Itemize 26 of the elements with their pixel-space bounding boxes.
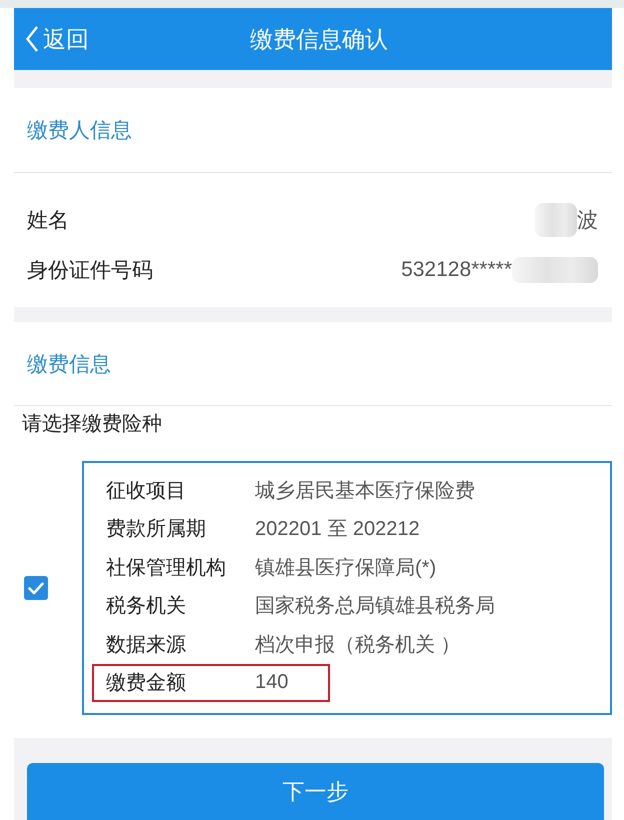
detail-label: 缴费金额 bbox=[106, 671, 187, 696]
detail-value: 城乡居民基本医疗保险费 bbox=[255, 478, 475, 504]
section-title: 缴费人信息 bbox=[27, 118, 132, 144]
detail-value: 国家税务总局镇雄县税务局 bbox=[255, 594, 495, 620]
detail-value: 镇雄县医疗保障局(*) bbox=[255, 556, 436, 581]
detail-label: 社保管理机构 bbox=[106, 556, 227, 581]
detail-label: 费款所属期 bbox=[106, 517, 207, 542]
prompt-text: 请选择缴费险种 bbox=[22, 412, 162, 436]
back-button[interactable]: 返回 bbox=[26, 24, 89, 54]
next-button[interactable]: 下一步 bbox=[27, 763, 604, 820]
checkbox[interactable] bbox=[24, 576, 48, 600]
field-label: 身份证件号码 bbox=[27, 258, 153, 284]
page-title: 缴费信息确认 bbox=[250, 24, 388, 54]
checkmark-icon bbox=[28, 582, 44, 594]
insurance-card[interactable]: 征收项目 城乡居民基本医疗保险费 费款所属期 202201 至 202212 社保管理机构 镇雄县医疗保障局(*) 税务机关 国家税务总局镇雄县税务局 数据来源 档次申报（税务机关 ） 缴费金额 140 bbox=[82, 461, 612, 715]
detail-label: 税务机关 bbox=[106, 594, 187, 620]
field-value: 532128***** bbox=[401, 258, 512, 282]
detail-value: 202201 至 202212 bbox=[255, 517, 420, 542]
detail-label: 数据来源 bbox=[106, 632, 187, 658]
field-value: 波 bbox=[577, 208, 598, 234]
detail-value: 140 bbox=[255, 671, 288, 694]
chevron-left-icon bbox=[26, 26, 38, 52]
detail-value: 档次申报（税务机关 ） bbox=[255, 632, 461, 658]
field-label: 姓名 bbox=[27, 208, 69, 234]
detail-label: 征收项目 bbox=[106, 478, 187, 504]
section-title: 缴费信息 bbox=[27, 352, 111, 378]
